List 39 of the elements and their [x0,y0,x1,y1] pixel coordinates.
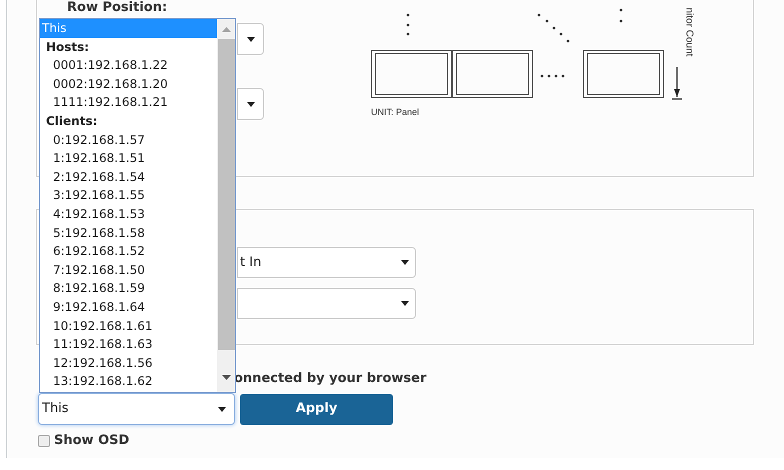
dropdown-option[interactable]: 0001:192.168.1.22 [40,56,217,75]
dropdown-option[interactable]: 8:192.168.1.59 [40,279,217,298]
caret-icon [246,36,254,42]
dropdown-option[interactable]: 9:192.168.1.64 [40,298,217,316]
axis-label: nitor Count [682,8,694,56]
caret-icon [401,301,409,306]
dropdown-option[interactable]: 12:192.168.1.56 [40,354,217,372]
unit-label: UNIT: Panel [371,106,420,119]
dropdown-option[interactable]: 10:192.168.1.61 [40,316,217,336]
dropdown-option[interactable]: 6:192.168.1.52 [40,242,217,261]
dropdown-option[interactable]: 7:192.168.1.50 [40,260,217,280]
dropdown-option[interactable]: 11:192.168.1.63 [40,335,217,354]
source-note: onnected by your browser [234,370,428,388]
caret-icon [401,260,409,265]
show-osd-label: Show OSD [54,432,130,450]
dropdown-option[interactable]: 1111:192.168.1.21 [40,93,217,112]
dropdown-option[interactable]: 5:192.168.1.58 [40,224,217,242]
caret-icon [246,102,254,106]
option-group-label: Hosts: [45,38,90,56]
scroll-up-icon[interactable] [222,27,230,32]
dropdown-option[interactable]: 2:192.168.1.54 [40,168,217,186]
dropdown-select[interactable] [237,23,264,55]
show-osd-checkbox[interactable] [38,434,50,447]
dropdown-select[interactable] [237,88,264,120]
dropdown-option[interactable]: 4:192.168.1.53 [40,204,217,224]
dropdown-option[interactable]: 0002:192.168.1.20 [40,74,217,94]
caret-icon [218,406,226,412]
scrollbar[interactable] [217,19,235,392]
source-select[interactable]: This [38,393,235,425]
option-group-label: Clients: [45,112,98,130]
dropdown-select[interactable]: t In [237,247,416,278]
apply-button[interactable]: Apply [240,394,393,424]
dropdown-option[interactable]: 13:192.168.1.62 [40,372,217,391]
row-position-label: Row Position: [66,0,168,15]
scroll-down-icon[interactable] [222,375,230,380]
dropdown-option[interactable]: 1:192.168.1.51 [40,149,217,168]
dropdown-option[interactable]: 0:192.168.1.57 [40,130,217,150]
scrollbar-thumb[interactable] [218,39,234,350]
dropdown-option[interactable]: 3:192.168.1.55 [40,186,217,205]
